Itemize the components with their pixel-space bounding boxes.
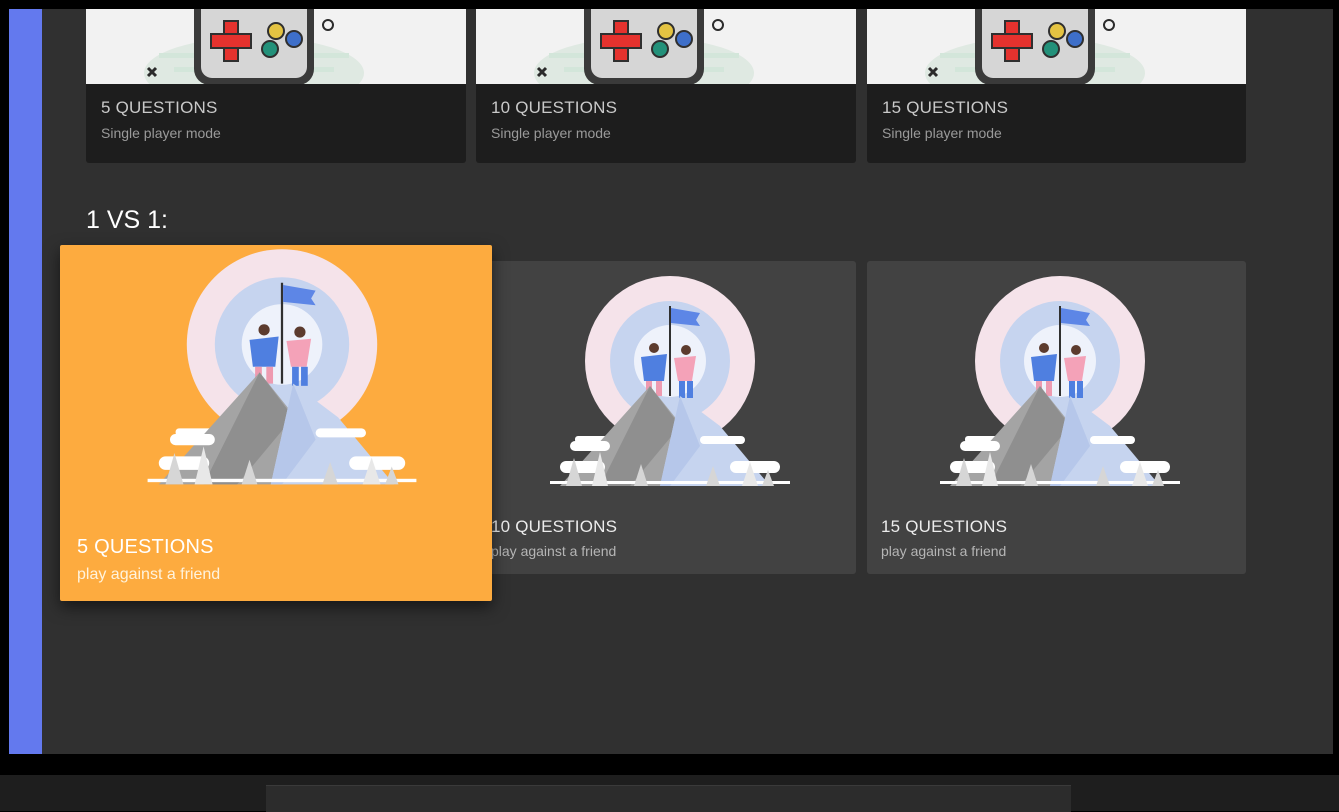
taskbar — [0, 775, 1339, 812]
card-title: 15 QUESTIONS — [882, 98, 1009, 117]
card-title: 5 QUESTIONS — [77, 536, 214, 558]
versus-card-5-selected[interactable]: 5 QUESTIONS play against a friend — [60, 245, 492, 601]
gamepad-icon — [86, 9, 466, 115]
card-subtitle: play against a friend — [491, 543, 617, 559]
versus-card-15[interactable]: 15 QUESTIONS play against a friend — [867, 261, 1246, 574]
section-heading-1vs1: 1 VS 1: — [86, 206, 168, 234]
card-title: 10 QUESTIONS — [491, 517, 618, 536]
card-subtitle: Single player mode — [882, 125, 1002, 141]
mountain-summit-icon — [867, 261, 1246, 506]
card-subtitle: play against a friend — [77, 566, 221, 583]
sidebar-accent-bar — [9, 9, 42, 754]
mountain-summit-icon — [60, 245, 492, 520]
card-subtitle: play against a friend — [881, 543, 1007, 559]
gamepad-icon — [867, 9, 1246, 115]
mountain-summit-icon — [476, 261, 856, 506]
single-player-card-15[interactable]: 15 QUESTIONS Single player mode — [867, 9, 1246, 163]
versus-card-10[interactable]: 10 QUESTIONS play against a friend — [476, 261, 856, 574]
card-subtitle: Single player mode — [101, 125, 221, 141]
gamepad-icon — [476, 9, 856, 115]
single-player-card-5[interactable]: 5 QUESTIONS Single player mode — [86, 9, 466, 163]
single-player-card-10[interactable]: 10 QUESTIONS Single player mode — [476, 9, 856, 163]
app-window: 5 QUESTIONS Single player mode 10 QUESTI… — [9, 9, 1333, 754]
card-title: 15 QUESTIONS — [881, 517, 1008, 536]
card-title: 5 QUESTIONS — [101, 98, 218, 117]
card-subtitle: Single player mode — [491, 125, 611, 141]
taskbar-window-tab[interactable] — [266, 785, 1071, 812]
card-title: 10 QUESTIONS — [491, 98, 618, 117]
